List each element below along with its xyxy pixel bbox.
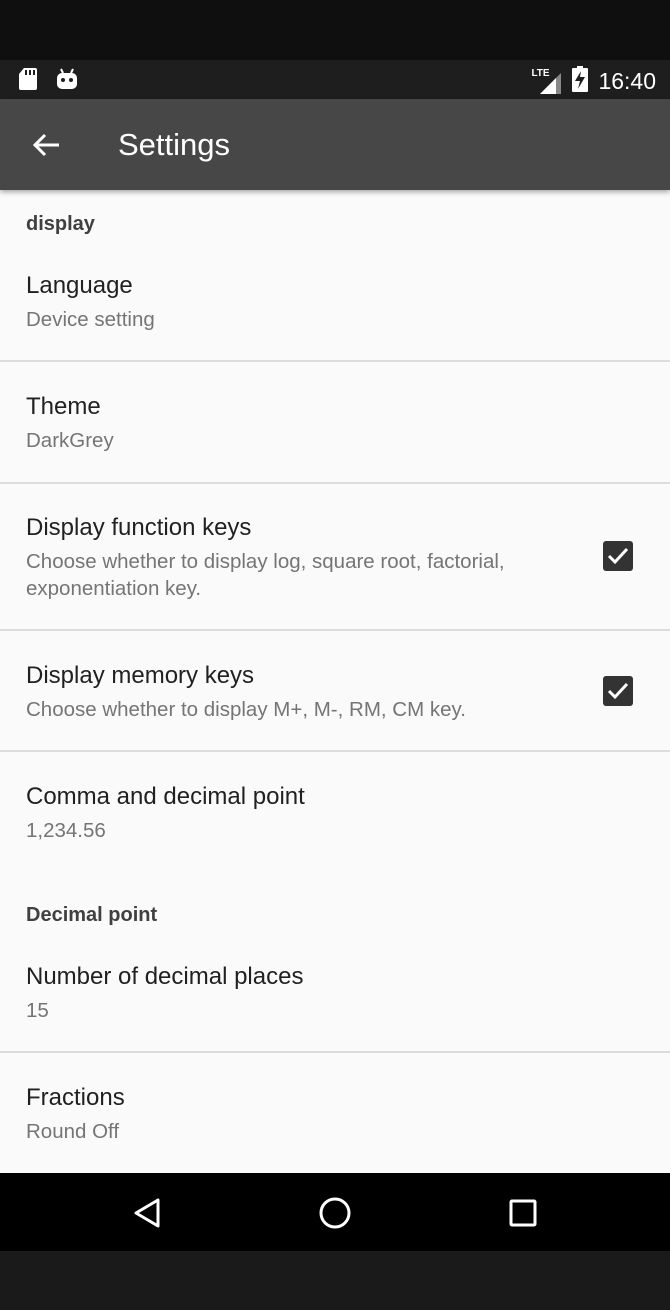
pref-title: Fractions [26, 1084, 125, 1111]
status-bar: LTE 16:40 [0, 60, 670, 99]
nav-recents-button[interactable] [501, 1191, 545, 1235]
navigation-bar [0, 1173, 670, 1251]
pref-title: Theme [26, 393, 101, 420]
pref-number-of-decimal-places[interactable]: Number of decimal places 15 [0, 932, 670, 1052]
category-header-decimal-point: Decimal point [26, 904, 158, 926]
function-keys-checkbox[interactable] [603, 541, 633, 571]
category-header-display: display [26, 213, 95, 235]
pref-summary: DarkGrey [26, 429, 114, 452]
settings-list: display Language Device setting Theme Da… [0, 190, 670, 1173]
sd-card-icon [18, 67, 38, 96]
check-icon [607, 547, 629, 565]
battery-charging-icon [572, 66, 589, 97]
page-title: Settings [118, 127, 231, 162]
signal-icon: LTE [531, 68, 562, 95]
pref-summary: Choose whether to display log, square ro… [26, 550, 505, 600]
pref-title: Language [26, 272, 133, 299]
pref-summary: Round Off [26, 1120, 120, 1143]
status-time: 16:40 [598, 68, 656, 94]
pref-theme[interactable]: Theme DarkGrey [0, 362, 670, 482]
recents-square-icon [509, 1199, 537, 1227]
pref-summary: Choose whether to display M+, M-, RM, CM… [26, 698, 466, 721]
app-bar: Settings [0, 99, 670, 190]
pref-fractions[interactable]: Fractions Round Off [0, 1053, 670, 1173]
android-icon [56, 68, 78, 95]
memory-keys-checkbox[interactable] [603, 676, 633, 706]
pref-summary: 15 [26, 999, 49, 1022]
bottom-black-area [0, 1251, 670, 1310]
back-triangle-icon [134, 1198, 160, 1228]
pref-title: Display function keys [26, 514, 252, 541]
pref-title: Comma and decimal point [26, 783, 305, 810]
top-black-area [0, 0, 670, 60]
pref-language[interactable]: Language Device setting [0, 240, 670, 361]
pref-title: Number of decimal places [26, 963, 304, 990]
nav-home-button[interactable] [313, 1191, 357, 1235]
arrow-back-icon [32, 133, 59, 157]
back-button[interactable] [22, 121, 70, 169]
check-icon [607, 682, 629, 700]
pref-display-function-keys[interactable]: Display function keys Choose whether to … [0, 484, 670, 629]
pref-comma-decimal-point[interactable]: Comma and decimal point 1,234.56 [0, 752, 670, 872]
pref-summary: 1,234.56 [26, 819, 106, 842]
home-circle-icon [319, 1197, 351, 1229]
pref-display-memory-keys[interactable]: Display memory keys Choose whether to di… [0, 631, 670, 750]
pref-summary: Device setting [26, 308, 155, 331]
pref-title: Display memory keys [26, 662, 255, 689]
nav-back-button[interactable] [125, 1191, 169, 1235]
